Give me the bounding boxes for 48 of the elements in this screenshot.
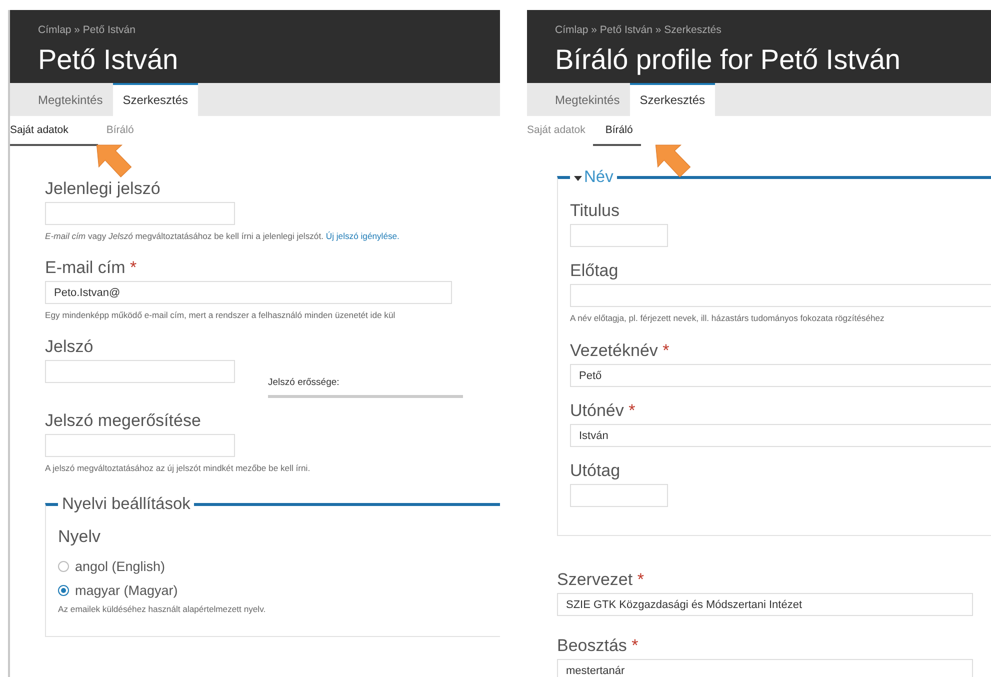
page-title: Pető István — [38, 44, 178, 76]
field-label: Jelszó — [45, 337, 94, 357]
input-field[interactable] — [570, 224, 668, 247]
radio-button[interactable] — [58, 561, 69, 572]
field-label: Utótag — [570, 461, 620, 481]
subtab[interactable]: Bíráló — [98, 124, 142, 146]
tab[interactable]: Szerkesztés — [630, 83, 716, 116]
breadcrumb: Címlap » Pető István — [38, 24, 136, 36]
field-label: Titulus — [570, 201, 620, 221]
field-label: E-mail cím * — [45, 258, 137, 278]
field-label: Jelenlegi jelszó — [45, 179, 160, 199]
input-field[interactable]: Pető — [570, 364, 991, 387]
field-label: Jelszó megerősítése — [45, 411, 201, 431]
subtab[interactable]: Saját adatok — [527, 124, 594, 146]
collapse-triangle-icon[interactable] — [574, 174, 582, 180]
input-field[interactable]: Peto.Istvan@ — [45, 281, 452, 304]
help-text: A név előtagja, pl. férjezett nevek, ill. házastárs tudományos fokozata rögzítéséhez — [570, 313, 886, 323]
input-field[interactable] — [45, 434, 235, 457]
field-label: Utónév * — [570, 401, 636, 421]
field-label: Szervezet * — [557, 570, 644, 590]
help-text: Egy mindenképp működő e-mail cím, mert a rendszer a felhasználó minden üzenetét ide kül — [45, 310, 396, 320]
reset-password-link[interactable]: Új jelszó igénylése. — [326, 231, 400, 241]
input-field[interactable] — [45, 202, 235, 225]
subtab[interactable]: Bíráló — [593, 124, 641, 146]
field-label: Vezetéknév * — [570, 341, 670, 361]
subtab[interactable]: Saját adatok — [10, 124, 98, 146]
input-field[interactable]: SZIE GTK Közgazdasági és Módszertani Intézet — [557, 593, 973, 616]
tab[interactable]: Megtekintés — [545, 83, 630, 116]
strength-label: Jelszó erőssége: — [268, 377, 340, 388]
tab[interactable]: Megtekintés — [28, 83, 113, 116]
help-text: A jelszó megváltoztatásához az új jelszót mindkét mezőbe be kell írni. — [45, 463, 312, 473]
radio-button[interactable] — [58, 585, 69, 596]
radio-label: angol (English) — [75, 559, 166, 574]
input-field[interactable]: mestertanár — [557, 659, 973, 677]
input-field[interactable] — [45, 360, 235, 383]
field-label: Beosztás * — [557, 636, 638, 656]
field-label: Előtag — [570, 261, 618, 281]
radio-label: magyar (Magyar) — [75, 583, 178, 598]
help-text: E-mail cím vagy Jelszó megváltoztatásához be kell írni a jelenlegi jelszót. Új jelszó igénylése. — [45, 231, 400, 241]
help-text: Az emailek küldéséhez használt alapértelmezett nyelv. — [58, 604, 267, 614]
page-title: Bíráló profile for Pető István — [555, 44, 901, 76]
input-field[interactable] — [570, 284, 991, 307]
breadcrumb: Címlap » Pető István » Szerkesztés — [555, 24, 722, 36]
input-field[interactable] — [570, 484, 668, 507]
tab[interactable]: Szerkesztés — [112, 83, 198, 116]
input-field[interactable]: István — [570, 424, 991, 447]
fieldset-legend[interactable]: Nyelvi beállítások — [62, 495, 190, 514]
field-label: Nyelv — [58, 527, 101, 547]
